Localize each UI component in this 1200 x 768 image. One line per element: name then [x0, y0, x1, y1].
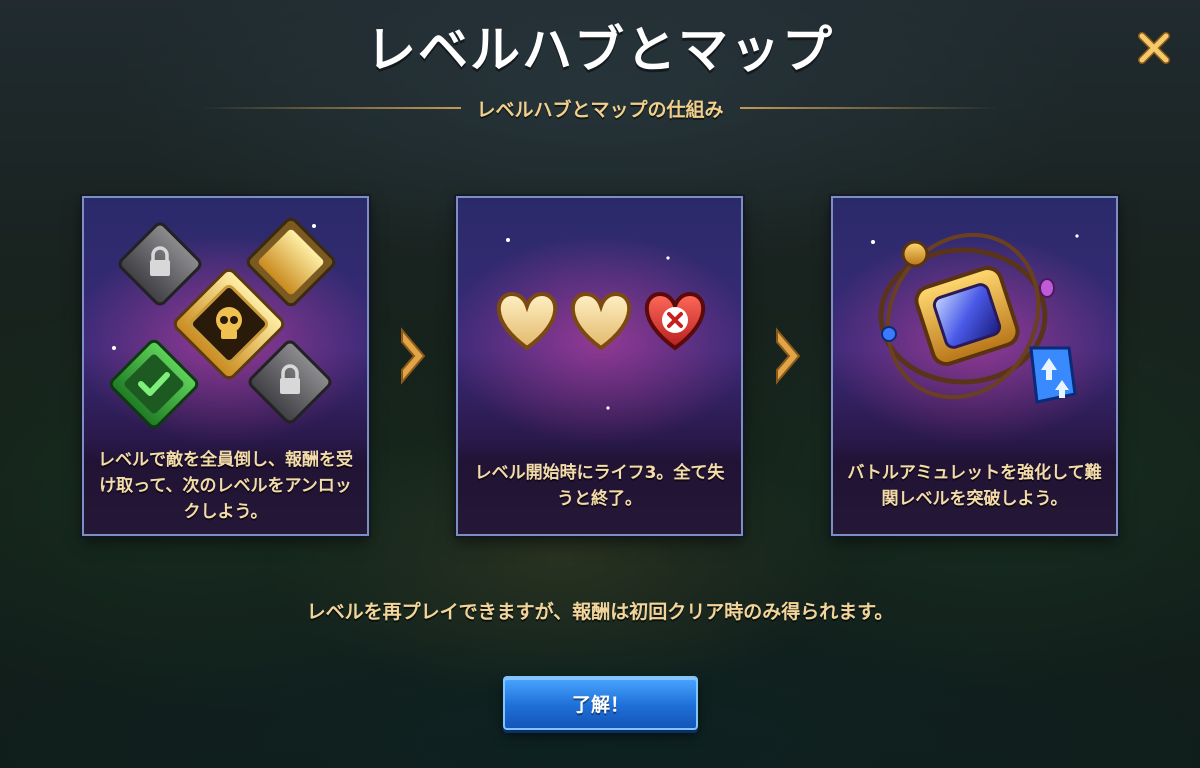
- divider-right: [739, 107, 1001, 109]
- ok-button[interactable]: 了解！: [503, 676, 698, 730]
- card-caption: レベル開始時にライフ3。全て失うと終了。: [458, 438, 741, 534]
- page-title: レベルハブとマップ: [366, 21, 834, 79]
- chevron-right-icon: [776, 327, 801, 385]
- battle-amulet-icon: [871, 232, 1079, 404]
- replay-note: レベルを再プレイできますが、報酬は初回クリア時のみ得られます。: [306, 601, 894, 623]
- close-button[interactable]: [1132, 26, 1176, 70]
- info-card-lives: レベル開始時にライフ3。全て失うと終了。: [456, 196, 743, 536]
- subtitle: レベルハブとマップの仕組み: [476, 98, 724, 121]
- info-card-amulet: バトルアミュレットを強化して難関レベルを突破しよう。: [831, 196, 1118, 536]
- chevron-right-icon: [401, 327, 426, 385]
- divider-left: [200, 107, 461, 109]
- close-icon: [1138, 32, 1170, 64]
- card-caption: レベルで敵を全員倒し、報酬を受け取って、次のレベルをアンロックしよう。: [84, 438, 367, 534]
- card-caption: バトルアミュレットを強化して難関レベルを突破しよう。: [833, 438, 1116, 534]
- level-medallions-icon: [109, 217, 336, 429]
- lives-hearts-icon: [496, 238, 706, 410]
- info-card-levels: レベルで敵を全員倒し、報酬を受け取って、次のレベルをアンロックしよう。: [82, 196, 369, 536]
- subtitle-row: レベルハブとマップの仕組み: [200, 93, 1001, 123]
